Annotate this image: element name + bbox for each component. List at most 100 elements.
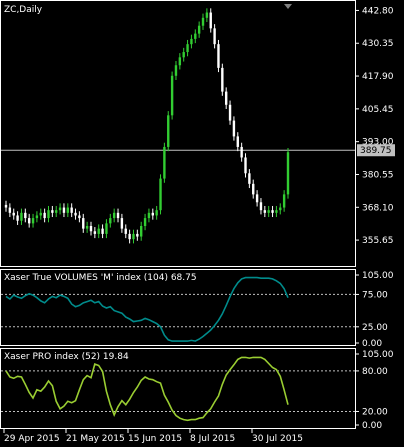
candle [259, 198, 263, 215]
candle-body [58, 207, 62, 211]
candle [24, 208, 27, 223]
candle-body [147, 212, 151, 219]
candle-body [248, 173, 251, 184]
candle [47, 205, 50, 223]
candle-body [205, 12, 209, 18]
candle-body [55, 210, 58, 213]
candle [12, 208, 15, 220]
candle-body [217, 44, 220, 68]
candle [85, 221, 89, 233]
price-tick-label: 442.80 [362, 6, 394, 16]
candle [20, 208, 23, 225]
candle [136, 229, 139, 241]
x-tick-label: 29 Apr 2015 [4, 434, 60, 444]
candle [194, 29, 197, 44]
volumes-tick-label: 75.00 [362, 290, 388, 300]
candle [58, 203, 62, 215]
candle [124, 224, 127, 239]
x-tick-label: 30 Jul 2015 [252, 434, 303, 444]
candle [163, 142, 166, 183]
candle [4, 200, 8, 212]
pro-tick-label: 0.00 [362, 421, 382, 431]
candle [263, 205, 267, 218]
candle [213, 24, 216, 49]
price-tick-label: 355.65 [362, 236, 394, 246]
candle [128, 229, 131, 244]
candle-body [101, 228, 104, 234]
volumes-tick-label: 105.00 [362, 271, 394, 281]
candle [16, 211, 19, 225]
candle [244, 153, 247, 178]
candle [224, 87, 228, 109]
candle [74, 208, 77, 220]
candle-body [186, 44, 189, 53]
candle-body [190, 38, 193, 45]
candle-body [155, 210, 158, 216]
candle [182, 47, 185, 62]
pro-line [5, 356, 289, 422]
candle-body [105, 223, 108, 234]
candle [31, 213, 35, 228]
price-tick-label: 380.55 [362, 170, 394, 180]
volumes-tick-label: 25.00 [362, 323, 388, 333]
candle-body [286, 152, 290, 195]
candle-body [221, 67, 224, 92]
candle-body [232, 120, 236, 137]
candle-body [85, 225, 89, 229]
candle [217, 39, 220, 73]
volumes-tick-label: 0.00 [362, 339, 382, 349]
candle [112, 208, 116, 223]
x-tick-label: 15 Jun 2015 [128, 434, 182, 444]
price-tick-label: 405.45 [362, 105, 394, 115]
x-tick-label: 21 May 2015 [66, 434, 125, 444]
candle-body [163, 146, 166, 179]
candle-body [213, 28, 216, 45]
candle [159, 174, 162, 215]
candle [105, 219, 108, 239]
candle-body [112, 212, 116, 219]
candle [201, 13, 205, 30]
candle [62, 203, 66, 218]
candle [82, 213, 85, 233]
candle-body [201, 17, 205, 26]
candle [43, 208, 46, 223]
candle-body [43, 212, 46, 219]
candle [205, 8, 209, 23]
pro-tick-label: 80.00 [362, 367, 388, 377]
candle [120, 213, 124, 233]
candle [147, 208, 151, 223]
candle [55, 205, 58, 218]
candle [78, 211, 81, 223]
candle-body [20, 212, 23, 221]
candle-body [39, 212, 42, 216]
candle-body [70, 207, 73, 213]
chart-shift-marker[interactable] [284, 4, 292, 9]
candle-body [151, 212, 154, 216]
candle-body [263, 210, 267, 213]
candle-body [4, 204, 8, 208]
candle [155, 205, 158, 220]
candle [282, 190, 286, 212]
candle-body [74, 212, 77, 216]
candle [186, 39, 189, 57]
candle [174, 61, 178, 81]
candle-body [271, 210, 274, 213]
price-chart-title: ZC,Daily [4, 5, 43, 15]
candle-body [31, 218, 35, 224]
candle-body [267, 210, 270, 213]
candle-body [170, 75, 174, 116]
candle [236, 132, 239, 152]
candle [167, 111, 170, 152]
candle-body [124, 228, 127, 234]
volumes-indicator-title: Xaser True VOLUMES 'M' index (104) 68.75 [4, 273, 197, 283]
pro-indicator-title: Xaser PRO index (52) 19.84 [4, 352, 129, 362]
candle-body [236, 136, 239, 147]
candle [8, 203, 12, 218]
candle [93, 227, 97, 239]
candle-body [224, 91, 228, 105]
candle-body [128, 233, 131, 240]
candle [197, 21, 201, 38]
candle [151, 208, 154, 220]
candle-body [282, 194, 286, 208]
x-tick-label: 8 Jul 2015 [190, 434, 235, 444]
